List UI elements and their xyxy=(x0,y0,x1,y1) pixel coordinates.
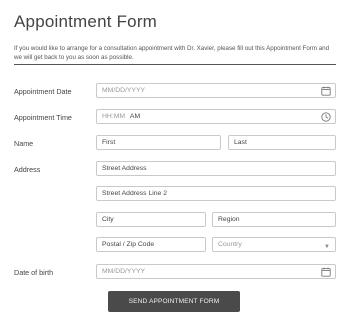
street-address-line2-placeholder: Street Address Line 2 xyxy=(102,190,167,197)
region-input[interactable]: Region xyxy=(212,212,336,227)
street-address-line2-input[interactable]: Street Address Line 2 xyxy=(96,186,336,201)
first-name-input[interactable]: First xyxy=(96,135,221,150)
first-name-placeholder: First xyxy=(102,139,116,146)
header-divider xyxy=(14,64,336,65)
appointment-time-input[interactable]: HH:MM AM xyxy=(96,109,336,124)
last-name-placeholder: Last xyxy=(234,139,247,146)
city-input[interactable]: City xyxy=(96,212,206,227)
calendar-icon[interactable] xyxy=(321,267,331,277)
chevron-down-icon: ▼ xyxy=(324,244,330,250)
appointment-date-placeholder: MM/DD/YYYY xyxy=(102,87,146,94)
appointment-date-input[interactable]: MM/DD/YYYY xyxy=(96,83,336,98)
address-label: Address xyxy=(14,165,41,174)
date-of-birth-input[interactable]: MM/DD/YYYY xyxy=(96,264,336,279)
street-address-input[interactable]: Street Address xyxy=(96,161,336,176)
country-select[interactable]: Country ▼ xyxy=(212,237,336,252)
ampm-toggle[interactable]: AM xyxy=(130,113,140,120)
region-placeholder: Region xyxy=(218,216,240,223)
postal-code-placeholder: Postal / Zip Code xyxy=(102,241,155,248)
form-title: Appointment Form xyxy=(14,12,158,31)
last-name-input[interactable]: Last xyxy=(228,135,336,150)
form-description: If you would like to arrange for a consu… xyxy=(14,45,330,61)
clock-icon[interactable] xyxy=(321,112,331,122)
calendar-icon[interactable] xyxy=(321,86,331,96)
send-appointment-button[interactable]: SEND APPOINTMENT FORM xyxy=(108,291,240,312)
name-label: Name xyxy=(14,139,34,148)
date-of-birth-label: Date of birth xyxy=(14,268,54,277)
appointment-time-label: Appointment Time xyxy=(14,113,72,122)
city-placeholder: City xyxy=(102,216,114,223)
postal-code-input[interactable]: Postal / Zip Code xyxy=(96,237,206,252)
street-address-placeholder: Street Address xyxy=(102,165,147,172)
appointment-date-label: Appointment Date xyxy=(14,87,72,96)
country-placeholder: Country xyxy=(218,241,242,248)
appointment-time-placeholder: HH:MM xyxy=(102,113,126,120)
date-of-birth-placeholder: MM/DD/YYYY xyxy=(102,268,146,275)
